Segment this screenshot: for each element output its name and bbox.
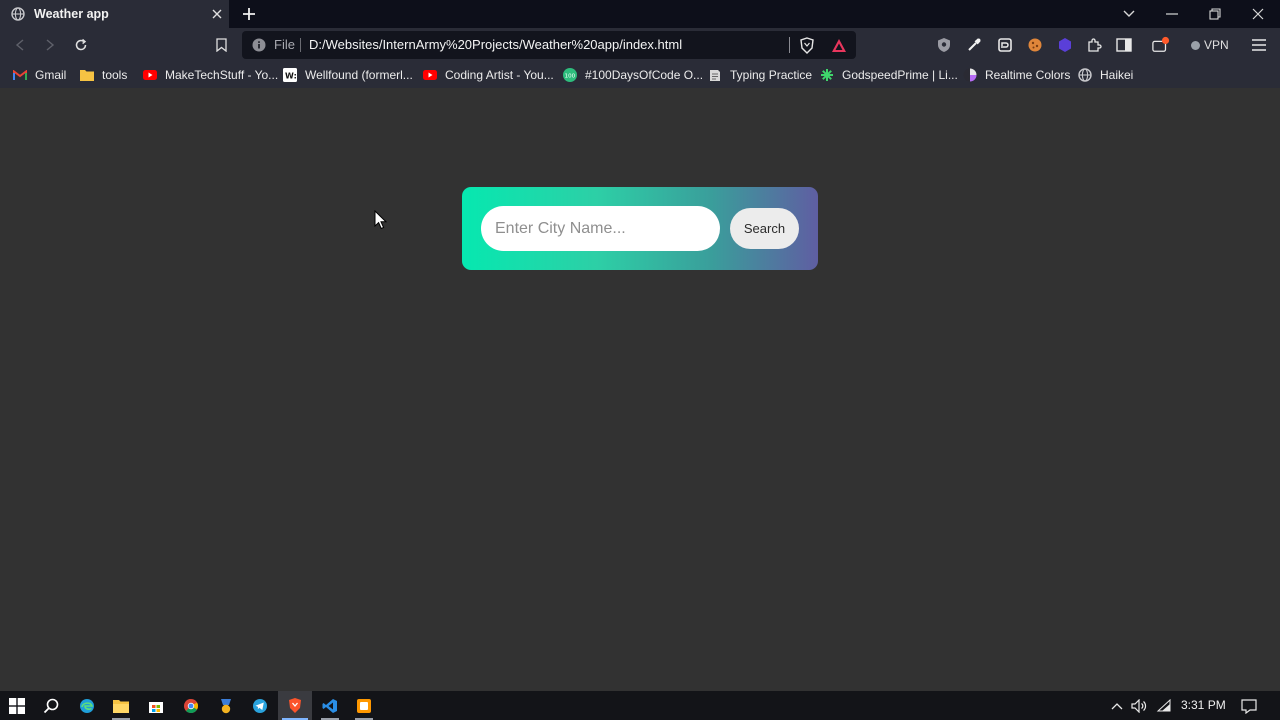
browser-toolbar: File D:/Websites/InternArmy%20Projects/W… [0,28,1280,62]
menu-icon[interactable] [1250,36,1268,54]
wallet-icon[interactable] [1152,36,1170,54]
bookmark-realtime-colors[interactable]: Realtime Colors [963,67,1070,83]
bookmark-haikei[interactable]: Haikei [1078,67,1133,83]
colors-icon [963,68,977,82]
bookmark-label: GodspeedPrime | Li... [842,68,958,82]
scheme-label: File [274,37,295,52]
100days-icon: 100 [563,68,577,82]
back-icon[interactable] [10,35,30,55]
bookmark-label: Gmail [35,68,67,82]
brave-shields-icon[interactable] [798,36,816,54]
color-picker-icon[interactable] [965,36,983,54]
tab-close-icon[interactable] [209,6,225,22]
bookmarks-bar: Gmail tools MakeTechStuff - Yo... W: Wel… [0,62,1280,88]
taskbar-clock[interactable]: 3:31 PM [1181,698,1226,712]
wellfound-icon: W: [283,68,297,82]
globe-icon [11,7,25,21]
windows-taskbar: 3:31 PM [0,691,1280,720]
bookmark-wellfound[interactable]: W: Wellfound (formerl... [283,67,413,83]
youtube-icon [423,68,437,82]
bookmark-label: Wellfound (formerl... [305,68,413,82]
tab-search-chevron-icon[interactable] [1119,4,1139,24]
address-bar[interactable]: File D:/Websites/InternArmy%20Projects/W… [242,31,856,59]
info-icon[interactable] [252,38,266,52]
brave-icon[interactable] [278,691,312,720]
vpn-button[interactable]: VPN [1191,35,1229,55]
youtube-icon [143,68,157,82]
weather-app-page: Search [0,88,1280,691]
bookmark-label: Coding Artist - You... [445,68,554,82]
file-explorer-icon[interactable] [104,691,138,720]
bookmark-coding-artist[interactable]: Coding Artist - You... [423,67,554,83]
wifi-icon[interactable] [1155,697,1173,715]
forward-icon[interactable] [40,35,60,55]
telegram-icon[interactable] [243,691,277,720]
bookmark-label: Realtime Colors [985,68,1071,82]
svg-text:W:: W: [285,72,297,81]
extension-hexagon-icon[interactable] [1056,36,1074,54]
tray-overflow-icon[interactable] [1110,697,1124,715]
sublime-icon[interactable] [347,691,381,720]
chrome-icon[interactable] [174,691,208,720]
bookmark-tools[interactable]: tools [80,67,127,83]
divider [789,37,790,53]
bookmark-typing-practice[interactable]: Typing Practice [708,67,812,83]
extensions-puzzle-icon[interactable] [1085,36,1103,54]
reload-icon[interactable] [71,35,91,55]
start-icon[interactable] [0,691,34,720]
vpn-status-icon [1191,40,1200,50]
url-text[interactable]: D:/Websites/InternArmy%20Projects/Weathe… [309,37,682,52]
volume-icon[interactable] [1130,697,1148,715]
minimize-icon[interactable] [1162,4,1182,24]
edge-icon[interactable] [70,691,104,720]
gmail-icon [13,68,27,82]
bookmark-icon[interactable] [211,35,231,55]
store-icon[interactable] [139,691,173,720]
bookmark-gmail[interactable]: Gmail [13,67,66,83]
bookmark-label: #100DaysOfCode O... [585,68,704,82]
separator [300,38,301,52]
extension-tool-icon[interactable] [996,36,1014,54]
bookmark-label: Typing Practice [730,68,813,82]
extension-cookie-icon[interactable] [1026,36,1044,54]
tab-strip: Weather app [0,0,1280,28]
app-icon[interactable] [209,691,243,720]
close-window-icon[interactable] [1248,4,1268,24]
asterisk-icon [820,68,834,82]
search-card: Search [462,187,818,270]
search-button[interactable]: Search [730,208,799,249]
bookmark-maketechstuff[interactable]: MakeTechStuff - Yo... [143,67,278,83]
folder-icon [80,68,94,82]
tab-weather-app[interactable]: Weather app [0,0,229,28]
new-tab-icon[interactable] [240,5,258,23]
bookmark-100daysofcode[interactable]: 100 #100DaysOfCode O... [563,67,703,83]
brave-rewards-icon[interactable] [830,36,848,54]
vscode-icon[interactable] [313,691,347,720]
search-icon[interactable] [34,691,68,720]
extension-shield-icon[interactable] [935,36,953,54]
bookmark-label: Haikei [1100,68,1134,82]
bookmark-godspeedprime[interactable]: GodspeedPrime | Li... [820,67,958,83]
notifications-icon[interactable] [1240,697,1258,715]
city-search-input[interactable] [481,206,720,251]
svg-text:100: 100 [565,73,576,79]
vpn-label: VPN [1204,38,1229,52]
bookmark-label: MakeTechStuff - Yo... [165,68,279,82]
restore-icon[interactable] [1205,4,1225,24]
typing-icon [708,68,722,82]
mouse-pointer-icon [374,210,388,230]
bookmark-label: tools [102,68,128,82]
globe-icon [1078,68,1092,82]
sidebar-toggle-icon[interactable] [1115,36,1133,54]
tab-title: Weather app [34,7,109,21]
